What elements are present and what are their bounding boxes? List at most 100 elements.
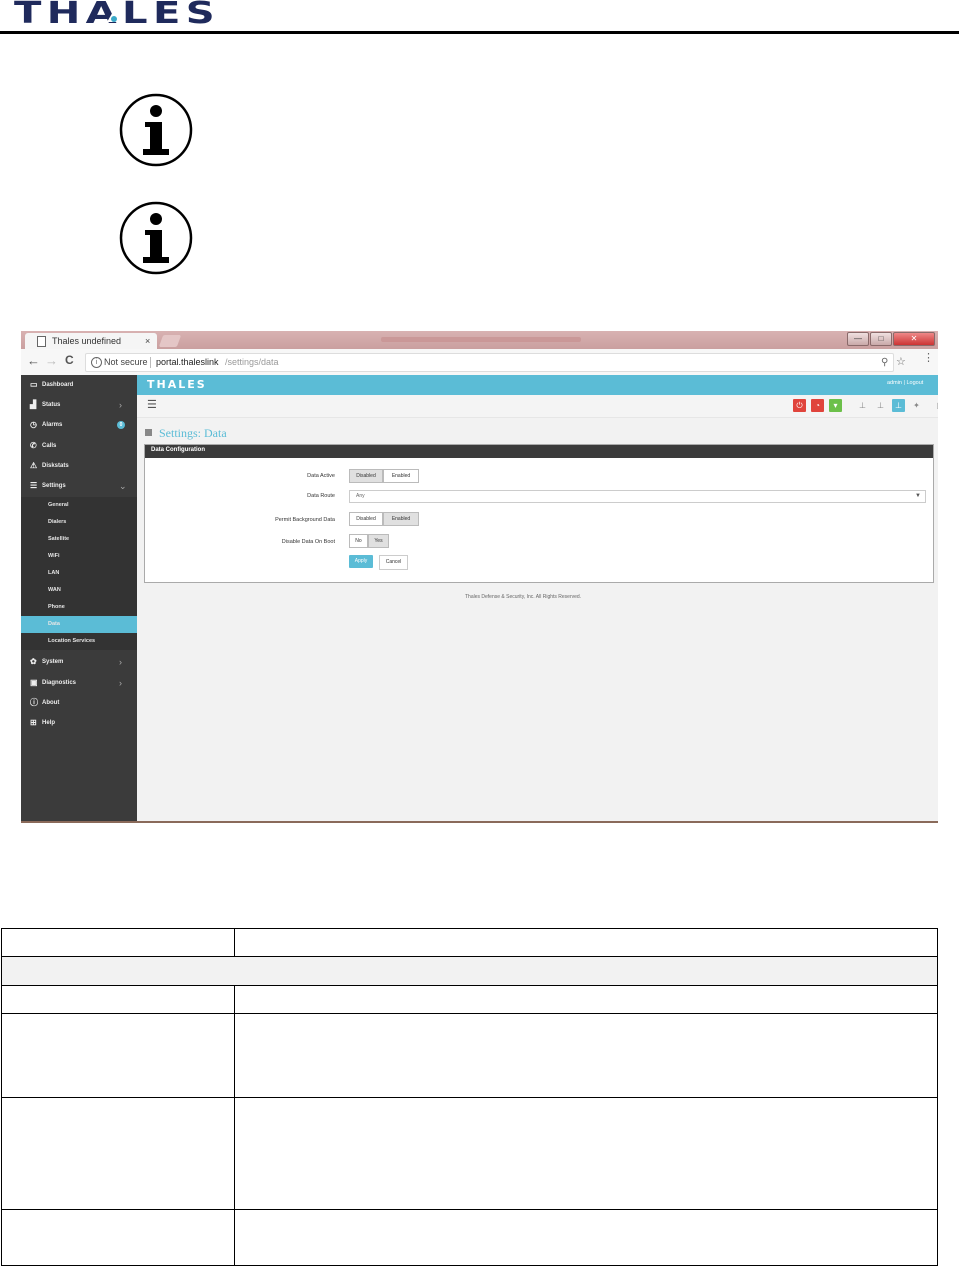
network-active-icon[interactable]: ⊥: [892, 399, 905, 412]
network-icon[interactable]: ⊥: [856, 399, 869, 412]
info-icon: [119, 201, 193, 275]
panel-header: Data Configuration: [145, 445, 933, 458]
sidebar-item-label: Diagnostics: [42, 680, 77, 686]
sidebar-item-help[interactable]: ⊞ Help: [21, 713, 137, 733]
sidebar-item-diskstats[interactable]: ⚠ Diskstats: [21, 456, 137, 476]
sidebar-item-alarms[interactable]: ◷ Alarms 0: [21, 415, 137, 435]
window-title: [381, 337, 581, 342]
table-cell: [234, 928, 938, 957]
sidebar-subitem-data[interactable]: Data: [21, 616, 137, 633]
table-section-row: [1, 956, 938, 986]
table-cell: [1, 1097, 235, 1210]
sidebar-subitem-label: Phone: [48, 604, 65, 610]
table-cell: [1, 1013, 235, 1098]
sidebar-subitem-label: WiFi: [48, 553, 60, 559]
browser-tab[interactable]: Thales undefined ×: [25, 333, 157, 349]
sidebar-subitem-location-services[interactable]: Location Services: [21, 633, 137, 650]
disable-data-on-boot-label: Disable Data On Boot: [281, 539, 335, 545]
reload-icon[interactable]: C: [65, 353, 74, 367]
thales-document-logo: THALES: [14, 0, 220, 26]
maximize-button[interactable]: □: [870, 332, 892, 346]
cancel-button[interactable]: Cancel: [379, 555, 408, 570]
parameter-table: [1, 928, 938, 1266]
hamburger-menu-icon[interactable]: ☰: [147, 398, 157, 411]
url-bar[interactable]: i Not secure portal.thaleslink /settings…: [85, 353, 906, 372]
forward-arrow-icon[interactable]: →: [45, 353, 58, 368]
minimize-button[interactable]: —: [847, 332, 869, 346]
rss-icon[interactable]: ◔: [811, 399, 824, 412]
sidebar-subitem-satellite[interactable]: Satellite: [21, 531, 137, 548]
satellite-icon[interactable]: ✦: [910, 399, 923, 412]
bar-chart-icon: ▟: [30, 400, 37, 409]
table-row: [1, 1209, 938, 1266]
url-host: portal.thaleslink: [156, 357, 219, 367]
svg-text:THALES: THALES: [14, 0, 220, 26]
table-cell: [234, 985, 938, 1014]
app-logo[interactable]: THALES: [147, 378, 207, 391]
sidebar-item-label: Diskstats: [42, 463, 69, 469]
gear-icon: ✿: [30, 657, 37, 666]
sidebar-item-label: Help: [42, 720, 56, 726]
wifi-icon[interactable]: ▾: [829, 399, 842, 412]
phone-icon: ✆: [30, 441, 37, 450]
sidebar-subitem-label: General: [48, 502, 69, 508]
disable-on-boot-yes-option[interactable]: Yes: [368, 534, 389, 548]
table-cell: [1, 1209, 235, 1266]
sidebar-subitem-label: Dialers: [48, 519, 67, 525]
sidebar-subitem-lan[interactable]: LAN: [21, 565, 137, 582]
sidebar-subitem-label: LAN: [48, 570, 60, 576]
header-rule: [0, 31, 959, 34]
browser-menu-icon[interactable]: ⋮: [923, 351, 934, 364]
page-icon: [37, 336, 46, 347]
data-active-label: Data Active: [307, 473, 335, 479]
sidebar-item-status[interactable]: ▟ Status ›: [21, 395, 137, 415]
back-arrow-icon[interactable]: ←: [27, 353, 40, 368]
sidebar-subitem-general[interactable]: General: [21, 497, 137, 514]
disable-on-boot-no-option[interactable]: No: [349, 534, 368, 548]
sidebar-item-about[interactable]: ⓘ About: [21, 693, 137, 713]
sidebar-item-label: About: [42, 700, 60, 706]
sidebar-item-dashboard[interactable]: ▭ Dashboard: [21, 375, 137, 395]
table-cell: [234, 1209, 938, 1266]
bookmark-star-icon[interactable]: ☆: [896, 354, 906, 371]
data-active-enabled-option[interactable]: Enabled: [383, 469, 419, 483]
sidebar-item-label: Calls: [42, 443, 57, 449]
zoom-icon[interactable]: ⚲: [881, 354, 888, 371]
permit-background-enabled-option[interactable]: Enabled: [383, 512, 419, 526]
signal-icon[interactable]: ▥: [934, 399, 938, 412]
sidebar-item-settings[interactable]: ☰ Settings ⌄: [21, 476, 137, 496]
sidebar-item-label: Status: [42, 402, 61, 408]
permit-background-disabled-option[interactable]: Disabled: [349, 512, 383, 526]
caret-down-icon: ▼: [915, 493, 921, 499]
sidebar-item-system[interactable]: ✿ System ›: [21, 652, 137, 672]
table-cell: [1, 956, 938, 986]
sidebar-item-label: Dashboard: [42, 382, 74, 388]
sidebar-subitem-dialers[interactable]: Dialers: [21, 514, 137, 531]
panel-title: Data Configuration: [151, 447, 205, 453]
data-route-select[interactable]: Any ▼: [349, 490, 926, 503]
settings-icon: [145, 429, 152, 436]
apply-button[interactable]: Apply: [349, 555, 373, 568]
tab-title: Thales undefined: [52, 336, 122, 346]
chevron-right-icon: ›: [119, 657, 122, 667]
url-divider: [150, 357, 151, 368]
sidebar-item-calls[interactable]: ✆ Calls: [21, 436, 137, 456]
data-active-disabled-option[interactable]: Disabled: [349, 469, 383, 483]
close-icon[interactable]: ×: [145, 333, 150, 349]
window-controls: — □ ✕: [847, 332, 935, 346]
sidebar-item-label: System: [42, 659, 64, 665]
sidebar-subitem-phone[interactable]: Phone: [21, 599, 137, 616]
close-window-button[interactable]: ✕: [893, 332, 935, 346]
data-route-value: Any: [356, 493, 365, 499]
new-tab-button[interactable]: [158, 335, 182, 347]
sidebar-subitem-wifi[interactable]: WiFi: [21, 548, 137, 565]
power-icon[interactable]: ⏻: [793, 399, 806, 412]
table-cell: [234, 1097, 938, 1210]
user-logout-link[interactable]: admin | Logout: [887, 380, 923, 386]
network-icon[interactable]: ⊥: [874, 399, 887, 412]
sidebar-subitem-wan[interactable]: WAN: [21, 582, 137, 599]
tab-strip: Thales undefined × — □ ✕: [21, 331, 938, 349]
chevron-right-icon: ›: [119, 678, 122, 688]
plus-square-icon: ⊞: [30, 718, 37, 727]
sidebar-item-diagnostics[interactable]: ▣ Diagnostics ›: [21, 673, 137, 693]
